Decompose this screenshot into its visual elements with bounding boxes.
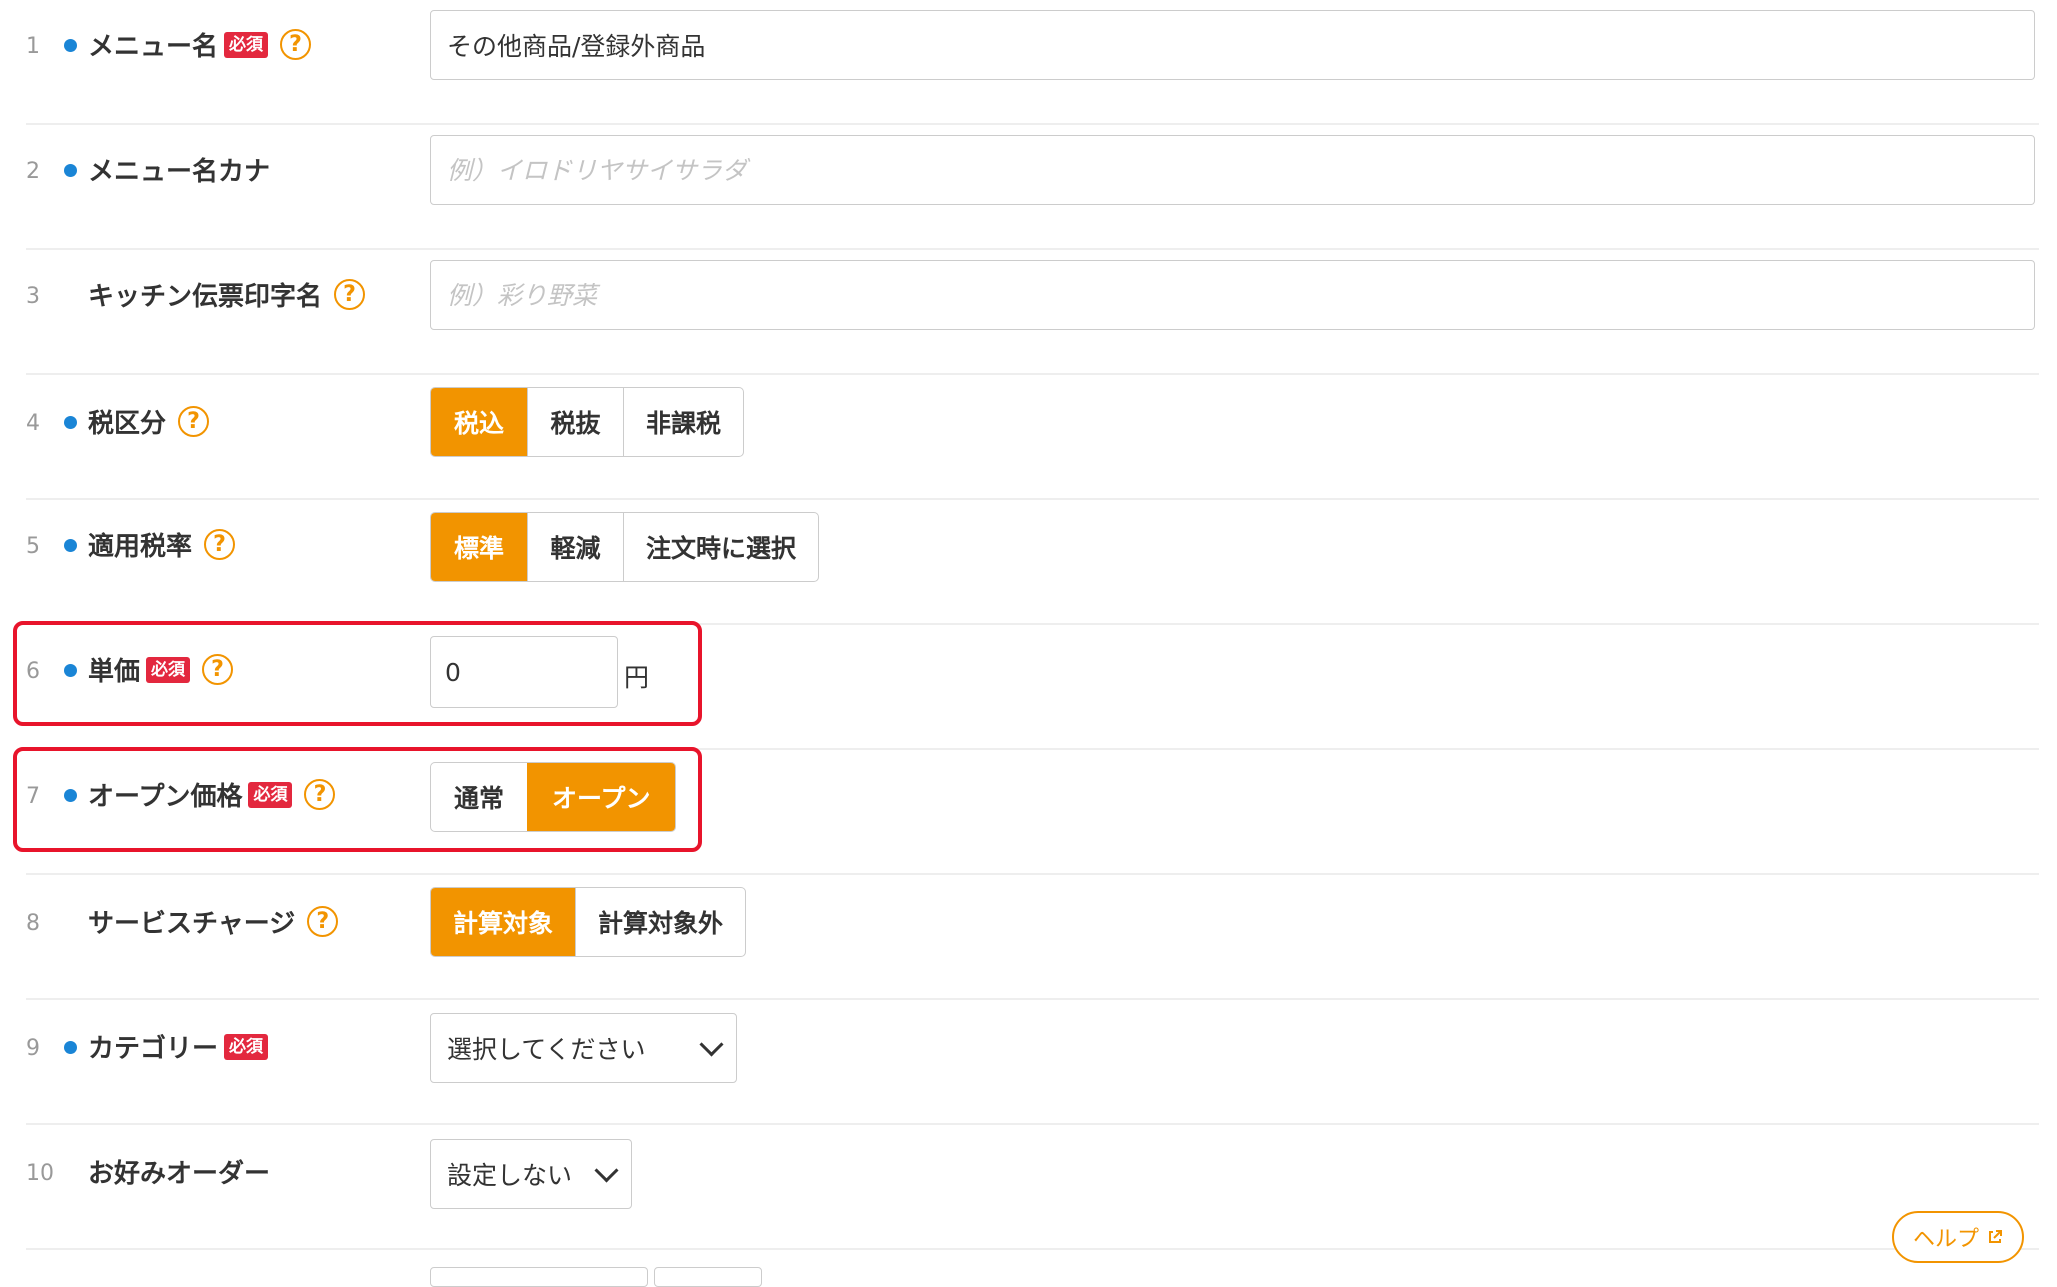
category-select-value: 選択してください (447, 1035, 646, 1064)
field-label: キッチン伝票印字名 ? (88, 276, 366, 313)
field-label-text: 適用税率 (88, 532, 193, 562)
help-button[interactable]: ヘルプ (1892, 1211, 2024, 1263)
required-dot (64, 416, 77, 429)
external-link-icon (1989, 1230, 2002, 1243)
option-tax-excluded[interactable]: 税抜 (527, 388, 623, 456)
row-number: 2 (26, 159, 40, 184)
option-charge-excluded[interactable]: 計算対象外 (575, 888, 745, 956)
service-charge-toggle: 計算対象 計算対象外 (430, 887, 747, 957)
row-number: 5 (26, 534, 40, 559)
category-select[interactable]: 選択してください (430, 1013, 737, 1083)
required-badge: 必須 (224, 31, 269, 58)
option-standard-rate[interactable]: 標準 (431, 513, 527, 581)
menu-name-kana-input[interactable] (430, 135, 2035, 205)
field-label-text: 税区分 (88, 409, 167, 439)
highlight-open-price (13, 747, 702, 852)
tax-rate-toggle: 標準 軽減 注文時に選択 (430, 512, 820, 582)
option-tax-exempt[interactable]: 非課税 (623, 388, 743, 456)
form-row-tax-rate: 5 適用税率 ? 標準 軽減 注文時に選択 (0, 500, 2057, 625)
field-label: お好みオーダー (88, 1153, 270, 1190)
kitchen-print-name-input[interactable] (430, 260, 2035, 330)
chevron-down-icon (699, 1031, 724, 1057)
required-dot (64, 539, 77, 552)
field-label-text: メニュー名カナ (88, 157, 271, 187)
highlight-unit-price (13, 621, 702, 726)
field-label-text: カテゴリー (88, 1034, 219, 1064)
form-row-category: 9 カテゴリー 必須 選択してください (0, 1000, 2057, 1125)
help-icon[interactable]: ? (280, 29, 312, 60)
preference-order-select[interactable]: 設定しない (430, 1139, 632, 1209)
row-number: 8 (26, 911, 40, 936)
option-reduced-rate[interactable]: 軽減 (527, 513, 623, 581)
required-badge: 必須 (224, 1033, 269, 1060)
required-dot (64, 39, 77, 52)
help-button-label: ヘルプ (1912, 1227, 1979, 1252)
next-row-control[interactable] (430, 1267, 648, 1287)
option-charge-target[interactable]: 計算対象 (431, 888, 576, 956)
field-label: メニュー名 必須 ? (88, 26, 312, 63)
field-label: カテゴリー 必須 (88, 1028, 269, 1065)
field-label: 適用税率 ? (88, 526, 236, 563)
form-row-service-charge: 8 サービスチャージ ? 計算対象 計算対象外 (0, 875, 2057, 1000)
field-label: 税区分 ? (88, 403, 210, 440)
menu-name-input[interactable] (430, 10, 2035, 80)
form-row-preference-order: 10 お好みオーダー 設定しない (0, 1125, 2057, 1250)
menu-form: 1 メニュー名 必須 ? 2 メニュー名カナ 3 キッチン伝票印字名 ? 4 (0, 0, 2057, 1287)
option-select-at-order[interactable]: 注文時に選択 (623, 513, 818, 581)
form-row-kitchen-print-name: 3 キッチン伝票印字名 ? (0, 250, 2057, 375)
divider (26, 1248, 2039, 1250)
form-row-tax-category: 4 税区分 ? 税込 税抜 非課税 (0, 375, 2057, 500)
field-label-text: メニュー名 (88, 32, 219, 62)
help-icon[interactable]: ? (334, 279, 366, 310)
chevron-down-icon (594, 1157, 619, 1183)
field-label-text: サービスチャージ (88, 909, 296, 939)
help-icon[interactable]: ? (307, 906, 339, 937)
option-tax-included[interactable]: 税込 (431, 388, 527, 456)
form-row-menu-name-kana: 2 メニュー名カナ (0, 125, 2057, 250)
field-label-text: キッチン伝票印字名 (88, 282, 323, 312)
form-row-menu-name: 1 メニュー名 必須 ? (0, 0, 2057, 125)
help-icon[interactable]: ? (204, 529, 236, 560)
row-number: 9 (26, 1036, 40, 1061)
preference-order-select-value: 設定しない (447, 1161, 573, 1190)
help-icon[interactable]: ? (178, 406, 210, 437)
next-row-control[interactable] (654, 1267, 762, 1287)
required-dot (64, 1041, 77, 1054)
row-number: 10 (26, 1161, 54, 1186)
field-label: サービスチャージ ? (88, 903, 339, 940)
required-dot (64, 164, 77, 177)
row-number: 3 (26, 284, 40, 309)
field-label: メニュー名カナ (88, 151, 270, 188)
row-number: 4 (26, 411, 40, 436)
field-label-text: お好みオーダー (88, 1159, 271, 1189)
row-number: 1 (26, 34, 40, 59)
tax-category-toggle: 税込 税抜 非課税 (430, 387, 745, 457)
